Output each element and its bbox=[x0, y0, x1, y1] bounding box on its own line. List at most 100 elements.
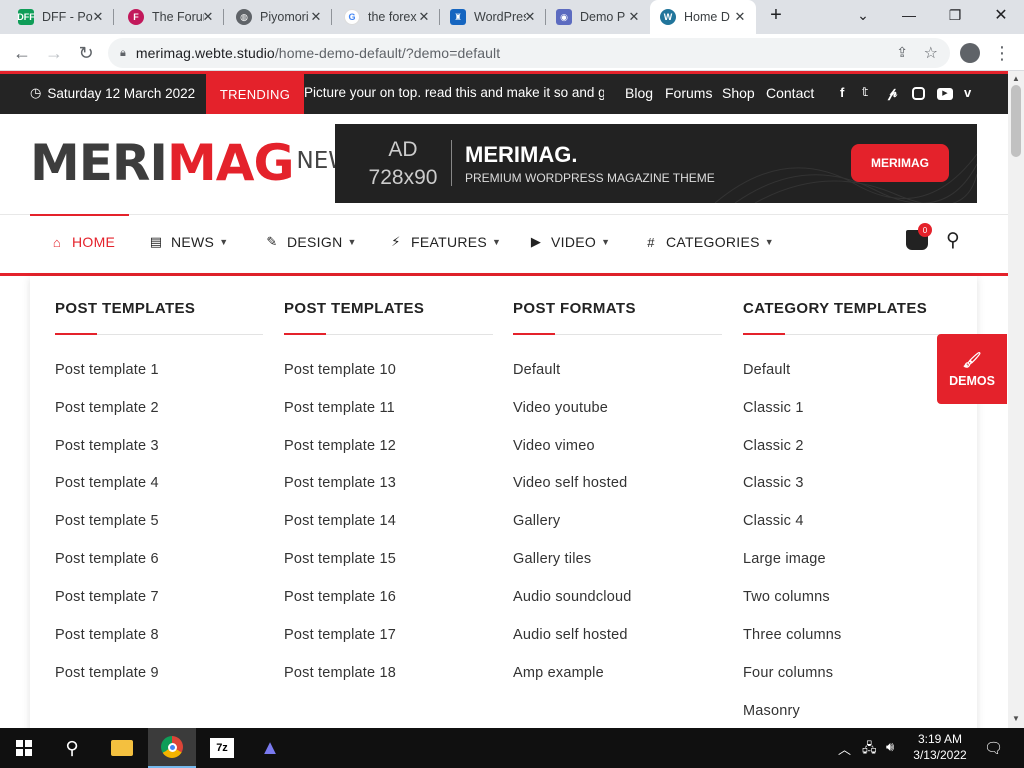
top-link-forums[interactable]: Forums bbox=[665, 85, 712, 101]
ad-cta-button[interactable]: MERIMAG bbox=[851, 144, 949, 182]
menu-item[interactable]: Video youtube bbox=[513, 400, 608, 416]
page-scrollbar[interactable]: ▲ ▼ bbox=[1008, 71, 1024, 728]
show-hidden-icons-chevron-icon[interactable]: ︿ bbox=[838, 739, 851, 758]
windows-start-icon[interactable] bbox=[0, 728, 48, 768]
menu-item[interactable]: Classic 4 bbox=[743, 513, 804, 529]
menu-item[interactable]: Amp example bbox=[513, 665, 604, 681]
menu-item[interactable]: Video self hosted bbox=[513, 475, 627, 491]
minimize-button[interactable]: — bbox=[886, 0, 932, 30]
notification-icon[interactable]: 🗨︎ bbox=[984, 739, 1003, 757]
profile-avatar-icon[interactable] bbox=[956, 39, 984, 67]
share-icon[interactable]: ⇪ bbox=[896, 44, 908, 61]
menu-item[interactable]: Post template 4 bbox=[55, 475, 159, 491]
browser-tab[interactable]: ♜ WordPress ✕ bbox=[440, 0, 546, 34]
menu-item[interactable]: Post template 7 bbox=[55, 589, 159, 605]
menu-item[interactable]: Default bbox=[513, 362, 560, 378]
app-triangle-icon[interactable]: ▲ bbox=[246, 728, 294, 768]
nav-item-home[interactable]: ⌂ HOME bbox=[49, 234, 115, 250]
nav-item-news[interactable]: ▤ NEWS ▼ bbox=[148, 234, 228, 250]
menu-item[interactable]: Post template 11 bbox=[284, 400, 395, 416]
menu-item[interactable]: Post template 16 bbox=[284, 589, 396, 605]
menu-item[interactable]: Three columns bbox=[743, 627, 842, 643]
menu-item[interactable]: Post template 1 bbox=[55, 362, 159, 378]
menu-item[interactable]: Audio soundcloud bbox=[513, 589, 632, 605]
close-tab-icon[interactable]: ✕ bbox=[308, 9, 324, 25]
menu-item[interactable]: Post template 18 bbox=[284, 665, 396, 681]
vimeo-icon[interactable]: v bbox=[964, 85, 971, 100]
close-tab-icon[interactable]: ✕ bbox=[200, 9, 216, 25]
browser-tab[interactable]: ◍ Piyomori ✕ bbox=[226, 0, 332, 34]
menu-kebab-icon[interactable]: ⋮ bbox=[988, 39, 1016, 67]
close-tab-icon[interactable]: ✕ bbox=[90, 9, 106, 25]
menu-item[interactable]: Post template 6 bbox=[55, 551, 159, 567]
top-link-contact[interactable]: Contact bbox=[766, 85, 814, 101]
browser-tab[interactable]: F The Forum ✕ bbox=[118, 0, 224, 34]
nav-item-categories[interactable]: # CATEGORIES ▼ bbox=[643, 234, 774, 250]
maximize-button[interactable]: ❐ bbox=[932, 0, 978, 30]
youtube-icon[interactable]: ▶ bbox=[937, 88, 953, 100]
nav-item-features[interactable]: ⚡ FEATURES ▼ bbox=[388, 234, 501, 250]
site-logo[interactable]: MERIMAG NEWS bbox=[30, 138, 366, 188]
menu-item[interactable]: Video vimeo bbox=[513, 438, 595, 454]
bookmark-star-icon[interactable]: ☆ bbox=[924, 43, 938, 63]
browser-tab[interactable]: ◉ Demo P ✕ bbox=[546, 0, 650, 34]
menu-item[interactable]: Classic 3 bbox=[743, 475, 804, 491]
close-tab-icon[interactable]: ✕ bbox=[522, 9, 538, 25]
reload-icon[interactable]: ↻ bbox=[72, 39, 100, 67]
menu-item[interactable]: Gallery tiles bbox=[513, 551, 591, 567]
menu-item[interactable]: Post template 10 bbox=[284, 362, 396, 378]
back-arrow-icon[interactable]: ← bbox=[8, 39, 36, 67]
menu-item[interactable]: Post template 9 bbox=[55, 665, 159, 681]
close-window-button[interactable]: ✕ bbox=[978, 0, 1024, 30]
network-icon[interactable]: 🖧︎ bbox=[862, 739, 877, 761]
menu-item[interactable]: Post template 2 bbox=[55, 400, 159, 416]
menu-item[interactable]: Post template 13 bbox=[284, 475, 396, 491]
close-tab-icon[interactable]: ✕ bbox=[626, 9, 642, 25]
menu-item[interactable]: Gallery bbox=[513, 513, 560, 529]
chrome-icon[interactable] bbox=[148, 728, 196, 768]
menu-item[interactable]: Classic 1 bbox=[743, 400, 804, 416]
close-tab-icon[interactable]: ✕ bbox=[416, 9, 432, 25]
menu-item[interactable]: Four columns bbox=[743, 665, 833, 681]
menu-item[interactable]: Post template 15 bbox=[284, 551, 396, 567]
menu-item[interactable]: Two columns bbox=[743, 589, 830, 605]
menu-item[interactable]: Masonry bbox=[743, 703, 800, 719]
search-icon[interactable]: ⚲ bbox=[946, 229, 960, 252]
browser-tab[interactable]: DFF DFF - Po ✕ bbox=[8, 0, 114, 34]
menu-item[interactable]: Post template 12 bbox=[284, 438, 396, 454]
demos-button[interactable]: 🖌︎ DEMOS bbox=[937, 334, 1007, 404]
pinterest-icon[interactable]: 𝓅 bbox=[888, 85, 897, 101]
scroll-down-arrow-icon[interactable]: ▼ bbox=[1012, 714, 1020, 723]
volume-icon[interactable]: 🔊︎ bbox=[886, 739, 894, 755]
system-clock[interactable]: 3:19 AM 3/13/2022 bbox=[912, 731, 968, 763]
twitter-icon[interactable]: 𝕥 bbox=[862, 85, 868, 99]
menu-item[interactable]: Audio self hosted bbox=[513, 627, 628, 643]
scroll-up-arrow-icon[interactable]: ▲ bbox=[1012, 74, 1020, 83]
tab-search-chevron-icon[interactable]: ⌄ bbox=[840, 0, 886, 30]
menu-item[interactable]: Classic 2 bbox=[743, 438, 804, 454]
instagram-icon[interactable] bbox=[912, 87, 925, 100]
address-bar[interactable]: 🔒︎ merimag.webte.studio/home-demo-defaul… bbox=[108, 38, 950, 68]
scrollbar-thumb[interactable] bbox=[1011, 85, 1021, 157]
ad-banner[interactable]: AD 728x90 MERIMAG. PREMIUM WORDPRESS MAGA… bbox=[335, 124, 977, 203]
browser-tab-active[interactable]: W Home D ✕ bbox=[650, 0, 756, 34]
menu-item[interactable]: Default bbox=[743, 362, 790, 378]
top-link-blog[interactable]: Blog bbox=[625, 85, 653, 101]
search-icon[interactable]: ⚲ bbox=[48, 728, 96, 768]
trending-ticker[interactable]: Picture your on top. read this and make … bbox=[304, 85, 604, 100]
menu-item[interactable]: Post template 17 bbox=[284, 627, 396, 643]
menu-item[interactable]: Post template 14 bbox=[284, 513, 396, 529]
menu-item[interactable]: Large image bbox=[743, 551, 826, 567]
nav-item-design[interactable]: ✎ DESIGN ▼ bbox=[264, 234, 357, 250]
7zip-icon[interactable]: 7z bbox=[198, 728, 246, 768]
browser-tab[interactable]: G the forex ✕ bbox=[334, 0, 440, 34]
facebook-icon[interactable]: f bbox=[840, 85, 844, 100]
new-tab-button[interactable]: + bbox=[754, 0, 798, 30]
file-explorer-icon[interactable] bbox=[98, 728, 146, 768]
forward-arrow-icon[interactable]: → bbox=[40, 39, 68, 67]
nav-item-video[interactable]: ▶ VIDEO ▼ bbox=[528, 234, 610, 250]
menu-item[interactable]: Post template 8 bbox=[55, 627, 159, 643]
menu-item[interactable]: Post template 3 bbox=[55, 438, 159, 454]
close-tab-icon[interactable]: ✕ bbox=[732, 9, 748, 25]
menu-item[interactable]: Post template 5 bbox=[55, 513, 159, 529]
